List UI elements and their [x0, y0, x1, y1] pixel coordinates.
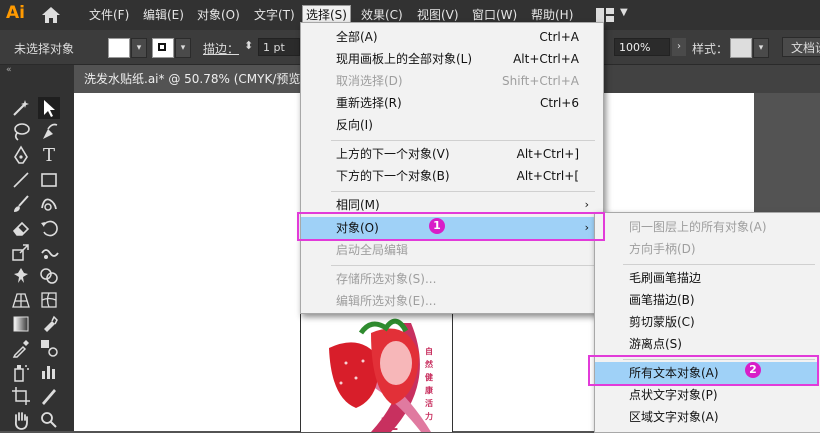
stroke-swatch[interactable] — [152, 38, 174, 58]
menu-item-select-all[interactable]: 全部(A) Ctrl+A — [301, 26, 601, 48]
slice-tool-icon[interactable] — [38, 385, 60, 407]
menu-item-next-object-above[interactable]: 上方的下一个对象(V) Alt+Ctrl+] — [301, 143, 601, 165]
symbol-sprayer-icon[interactable] — [10, 361, 32, 383]
hand-tool-icon[interactable] — [10, 409, 32, 431]
shape-builder-icon[interactable] — [38, 265, 60, 287]
scale-tool-icon[interactable] — [10, 241, 32, 263]
app-logo: Ai — [6, 3, 25, 23]
perspective-grid-icon[interactable] — [10, 289, 32, 311]
menu-item-save-selection: 存储所选对象(S)... — [336, 272, 437, 286]
vertical-slogan: 自 然 健 康 活 力 — [425, 347, 433, 421]
puppet-warp-icon[interactable] — [10, 265, 32, 287]
paintbrush-icon[interactable] — [10, 193, 32, 215]
workspace-icon[interactable] — [596, 8, 614, 22]
blend-tool-icon[interactable] — [38, 337, 60, 359]
stroke-label[interactable]: 描边： — [203, 40, 239, 57]
menu-separator — [331, 191, 595, 192]
annotation-box-1 — [297, 212, 605, 241]
zoom-tool-icon[interactable] — [38, 409, 60, 431]
step-badge-2: 2 — [745, 362, 761, 378]
mesh-tool-icon[interactable] — [38, 289, 60, 311]
submenu-item-area-type[interactable]: 区域文字对象(A) — [595, 406, 819, 428]
artboard-tool-icon[interactable] — [10, 385, 32, 407]
rectangle-tool-icon[interactable] — [38, 169, 60, 191]
pen-tool-icon[interactable] — [10, 145, 32, 167]
menu-separator — [623, 264, 815, 265]
submenu-item-brush-strokes[interactable]: 画笔描边(B) — [595, 289, 819, 311]
menu-item-reselect[interactable]: 重新选择(R) Ctrl+6 — [301, 92, 601, 114]
gradient-tool-icon[interactable] — [10, 313, 32, 335]
collapse-icon[interactable]: « — [6, 65, 12, 75]
menu-item-select-all-artboard[interactable]: 现用画板上的全部对象(L) Alt+Ctrl+A — [301, 48, 601, 70]
selection-tool-icon[interactable] — [38, 97, 60, 119]
stroke-stepper-icon[interactable]: ⬍ — [244, 39, 253, 52]
select-menu-dropdown: 全部(A) Ctrl+A 现用画板上的全部对象(L) Alt+Ctrl+A 取消选择… — [300, 22, 604, 314]
menu-object[interactable]: 对象(O) — [194, 6, 243, 24]
stroke-dropdown[interactable]: ▾ — [175, 38, 191, 58]
stroke-weight-field[interactable]: 1 pt — [258, 38, 300, 56]
menu-separator — [331, 265, 595, 266]
shaper-tool-icon[interactable] — [38, 193, 60, 215]
home-icon[interactable] — [40, 6, 62, 24]
document-setup-button[interactable]: 文档设 — [782, 37, 820, 57]
eyedropper-icon[interactable] — [10, 337, 32, 359]
submenu-item-point-type[interactable]: 点状文字对象(P) — [595, 384, 819, 406]
eraser-icon[interactable] — [10, 217, 32, 239]
menu-edit[interactable]: 编辑(E) — [140, 6, 187, 24]
menu-separator — [331, 140, 595, 141]
tools-panel: T — [0, 79, 74, 431]
submenu-item-same-layer: 同一图层上的所有对象(A) — [629, 220, 767, 234]
selection-status: 未选择对象 — [14, 42, 75, 56]
style-swatch[interactable] — [730, 38, 752, 58]
menu-item-deselect: 取消选择(D) Shift+Ctrl+A — [336, 74, 579, 88]
live-paint-icon[interactable] — [38, 313, 60, 335]
submenu-item-stray-points[interactable]: 游离点(S) — [595, 333, 819, 355]
curvature-pen-icon[interactable] — [38, 121, 60, 143]
menu-item-global-edit: 启动全局编辑 — [336, 243, 409, 257]
menu-item-next-object-below[interactable]: 下方的下一个对象(B) Alt+Ctrl+[ — [301, 165, 601, 187]
fill-dropdown[interactable]: ▾ — [131, 38, 147, 58]
style-dropdown[interactable]: ▾ — [753, 38, 769, 58]
brand-character: 草 — [381, 416, 398, 432]
step-badge-1: 1 — [429, 218, 445, 234]
column-graph-icon[interactable] — [38, 361, 60, 383]
chevron-down-icon[interactable]: ▼ — [620, 7, 628, 18]
magic-wand-icon[interactable] — [10, 97, 32, 119]
lasso-icon[interactable] — [10, 121, 32, 143]
type-tool-icon[interactable]: T — [38, 145, 60, 167]
opacity-chevron-icon[interactable]: › — [672, 38, 686, 56]
menu-item-inverse[interactable]: 反向(I) — [301, 114, 601, 136]
line-tool-icon[interactable] — [10, 169, 32, 191]
opacity-field[interactable]: 100% — [614, 38, 670, 56]
annotation-box-2 — [588, 355, 819, 386]
object-submenu: 同一图层上的所有对象(A) 方向手柄(D) 毛刷画笔描边 画笔描边(B) 剪切蒙… — [594, 212, 820, 433]
warp-tool-icon[interactable] — [38, 241, 60, 263]
menu-type[interactable]: 文字(T) — [251, 6, 298, 24]
submenu-item-clipping-masks[interactable]: 剪切蒙版(C) — [595, 311, 819, 333]
menu-item-edit-selection: 编辑所选对象(E)... — [336, 294, 437, 308]
submenu-item-bristle-brush[interactable]: 毛刷画笔描边 — [595, 267, 819, 289]
document-tab[interactable]: 洗发水贴纸.ai* @ 50.78% (CMYK/预览) — [74, 65, 312, 93]
rotate-tool-icon[interactable] — [38, 217, 60, 239]
submenu-item-direction-handles: 方向手柄(D) — [629, 242, 696, 256]
menu-file[interactable]: 文件(F) — [86, 6, 132, 24]
fill-swatch[interactable] — [108, 38, 130, 58]
toolbar-header: « — [0, 65, 74, 79]
style-label: 样式： — [692, 42, 729, 56]
